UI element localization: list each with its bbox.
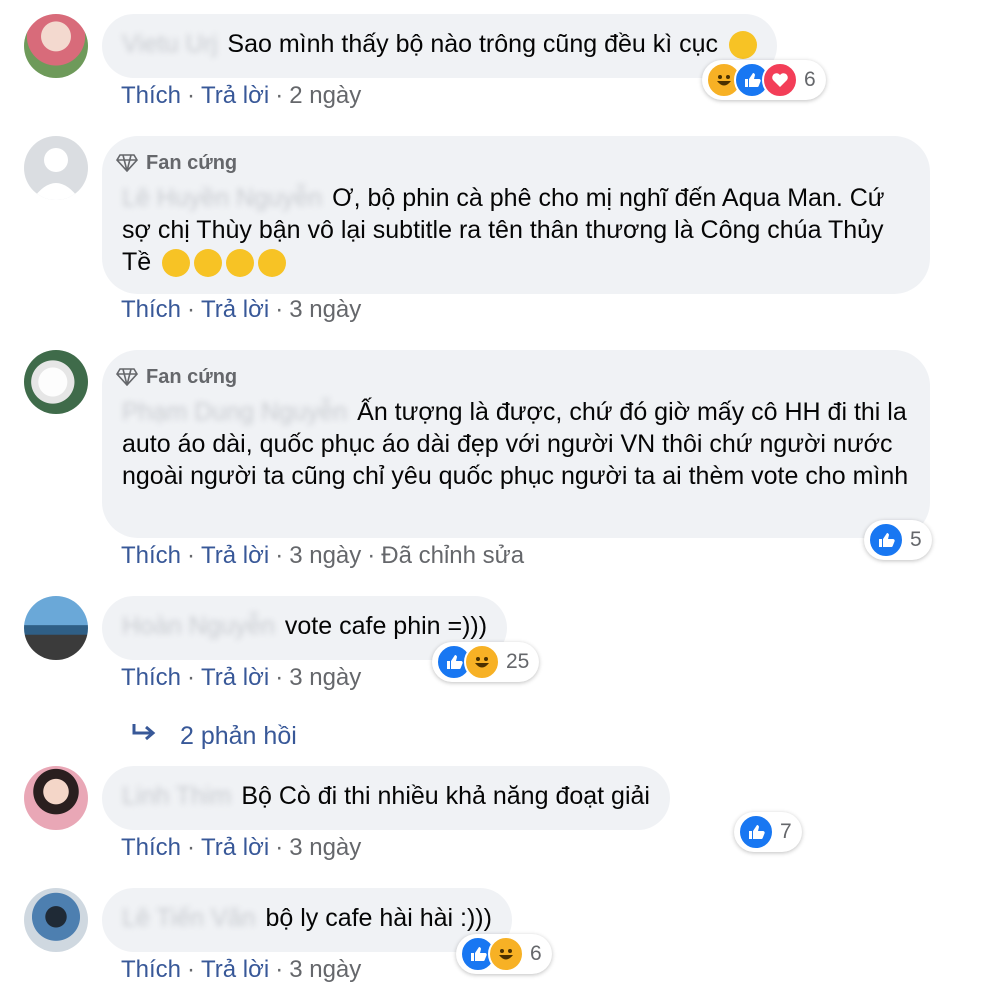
timestamp[interactable]: 2 ngày [289,82,361,109]
default-avatar-icon [32,148,80,200]
avatar[interactable] [24,350,88,414]
fan-badge: Fan cứng [146,151,238,174]
comment-actions: Thích · Trả lời · 3 ngày [121,664,362,691]
view-replies-link[interactable]: 2 phản hồi [132,718,297,754]
like-icon [868,522,904,558]
avatar[interactable] [24,888,88,952]
commenter-name[interactable]: Linh Thim [122,782,231,810]
reaction-summary[interactable]: 6 [456,934,552,974]
like-link[interactable]: Thích [121,82,181,109]
reaction-count: 5 [910,528,922,551]
reply-link[interactable]: Trả lời [201,296,269,323]
diamond-icon [116,154,138,172]
like-link[interactable]: Thích [121,542,181,569]
sweat-smile-emoji-icon [162,249,191,278]
reaction-summary[interactable]: 7 [734,812,802,852]
comment-bubble: Fan cứng Phạm Dung Nguyễn Ấn tượng là đượ… [102,350,930,538]
timestamp[interactable]: 3 ngày [289,956,361,983]
commenter-name[interactable]: Vietu Urj [122,30,217,58]
reaction-summary[interactable]: 5 [864,520,932,560]
comment-actions: Thích · Trả lời · 3 ngày · Đã chỉnh sửa [121,542,525,569]
comment-text: bộ ly cafe hài hài :))) [265,904,492,932]
like-link[interactable]: Thích [121,834,181,861]
comment-actions: Thích · Trả lời · 3 ngày [121,296,362,323]
sweat-smile-emoji-icon [194,249,223,278]
reply-link[interactable]: Trả lời [201,834,269,861]
avatar[interactable] [24,766,88,830]
comment-actions: Thích · Trả lời · 2 ngày [121,82,362,109]
timestamp[interactable]: 3 ngày [289,664,361,691]
avatar[interactable] [24,14,88,78]
reaction-count: 7 [780,820,792,843]
timestamp[interactable]: 3 ngày [289,542,361,569]
commenter-name[interactable]: Hoàn Nguyễn [122,612,275,640]
edited-label[interactable]: Đã chỉnh sửa [381,542,524,569]
comment-actions: Thích · Trả lời · 3 ngày [121,956,362,983]
like-icon [738,814,774,850]
like-link[interactable]: Thích [121,956,181,983]
sweat-smile-emoji-icon [226,249,255,278]
timestamp[interactable]: 3 ngày [289,296,361,323]
sweat-smile-emoji-icon [258,249,287,278]
replies-count-label[interactable]: 2 phản hồi [180,722,297,750]
haha-icon [464,644,500,680]
reply-link[interactable]: Trả lời [201,664,269,691]
reply-link[interactable]: Trả lời [201,82,269,109]
haha-icon [488,936,524,972]
thinking-emoji-icon [728,31,757,60]
reaction-summary[interactable]: 25 [432,642,540,682]
diamond-icon [116,368,138,386]
comment-text: vote cafe phin =))) [284,612,488,640]
comment-text: Bộ Cò đi thi nhiều khả năng đoạt giải [241,782,650,810]
comment-text: Sao mình thấy bộ nào trông cũng đều kì c… [227,30,719,58]
reaction-count: 25 [506,650,530,673]
reaction-count: 6 [804,68,816,91]
commenter-name[interactable]: Phạm Dung Nguyễn [122,398,347,426]
comment-bubble: Fan cứng Lê Huyền Nguyễn Ơ, bộ phin cà ph… [102,136,930,294]
like-link[interactable]: Thích [121,296,181,323]
reply-link[interactable]: Trả lời [201,956,269,983]
commenter-name[interactable]: Lê Huyền Nguyễn [122,184,322,212]
reply-arrow-icon [132,718,160,754]
love-icon [762,62,798,98]
fan-badge: Fan cứng [146,365,238,388]
comment-bubble: Linh Thim Bộ Cò đi thi nhiều khả năng đoạ… [102,766,670,830]
comment-actions: Thích · Trả lời · 3 ngày [121,834,362,861]
avatar[interactable] [24,136,88,200]
like-link[interactable]: Thích [121,664,181,691]
reply-link[interactable]: Trả lời [201,542,269,569]
reaction-summary[interactable]: 6 [702,60,826,100]
comment-bubble: Vietu Urj Sao mình thấy bộ nào trông cũng… [102,14,777,78]
comment-bubble: Lê Tiến Văn bộ ly cafe hài hài :))) [102,888,512,952]
timestamp[interactable]: 3 ngày [289,834,361,861]
avatar[interactable] [24,596,88,660]
reaction-count: 6 [530,942,542,965]
commenter-name[interactable]: Lê Tiến Văn [122,904,255,932]
